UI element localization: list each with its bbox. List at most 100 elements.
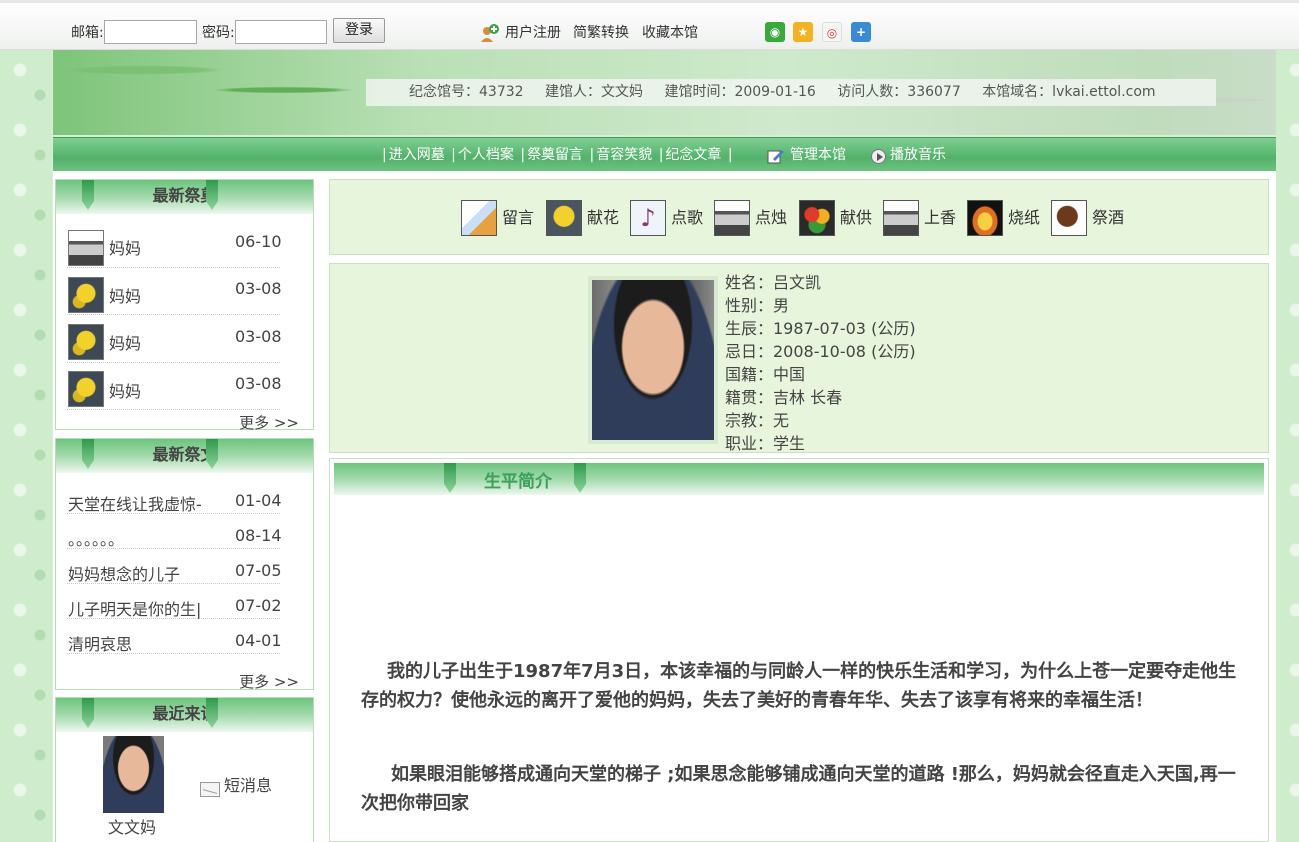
offering-candle[interactable]: 点烛 bbox=[714, 200, 787, 236]
profile-name: 姓名：吕文凯 bbox=[725, 273, 822, 292]
incense-icon bbox=[883, 200, 919, 236]
offering-message[interactable]: 留言 bbox=[461, 200, 534, 236]
biography-paragraph: 如果眼泪能够搭成通向天堂的梯子 ;如果思念能够铺成通向天堂的道路 !那么，妈妈就… bbox=[361, 764, 1236, 814]
convert-link[interactable]: 简繁转换 bbox=[573, 22, 629, 42]
article-title[interactable]: 。。。。。。 bbox=[68, 526, 213, 550]
play-music-link[interactable]: 播放音乐 bbox=[890, 138, 946, 172]
article-title[interactable]: 儿子明天是你的生| bbox=[68, 596, 213, 620]
ribbon-flag-icon bbox=[444, 463, 456, 493]
nav-messages[interactable]: 祭奠留言 bbox=[527, 147, 583, 163]
recent-visitors-header: 最近来访 bbox=[56, 698, 313, 732]
nav-enter-tomb[interactable]: 进入网墓 bbox=[389, 147, 445, 163]
offering-date: 03-08 bbox=[235, 279, 282, 298]
row-divider bbox=[67, 267, 280, 268]
offering-date: 03-08 bbox=[235, 374, 282, 393]
profile-panel: 姓名：吕文凯 性别：男 生辰：1987-07-03 (公历) 忌日：2008-1… bbox=[329, 263, 1269, 453]
register-link[interactable]: 用户注册 bbox=[505, 22, 561, 42]
qzone-icon[interactable]: ★ bbox=[793, 22, 813, 42]
row-divider bbox=[67, 548, 280, 549]
offering-name[interactable]: 妈妈 bbox=[109, 235, 141, 259]
memorial-number: 纪念馆号：43732 bbox=[409, 84, 524, 100]
profile-birth: 生辰：1987-07-03 (公历) bbox=[725, 319, 916, 338]
more-share-icon[interactable]: + bbox=[851, 22, 871, 42]
play-icon bbox=[871, 149, 886, 164]
profile-hometown: 籍贯：吉林 长春 bbox=[725, 388, 843, 407]
right-background-pattern bbox=[1276, 50, 1299, 842]
offering-flower[interactable]: 献花 bbox=[546, 200, 619, 236]
main-nav: | 进入网墓 | 个人档案 | 祭奠留言 | 音容笑貌 | 纪念文章 | 管理本馆 播放音… bbox=[53, 137, 1276, 171]
password-label: 密码: bbox=[202, 25, 235, 41]
biography-header: 生平简介 bbox=[334, 463, 1264, 495]
memorial-domain: 本馆域名：lvkai.ettol.com bbox=[982, 84, 1156, 100]
ribbon-flag-icon bbox=[82, 180, 94, 210]
memorial-banner: 纪念馆号：43732 建馆人：文文妈 建馆时间：2009-01-16 访问人数：… bbox=[53, 50, 1276, 135]
profile-death: 忌日：2008-10-08 (公历) bbox=[725, 342, 916, 361]
latest-articles-panel: 最新祭文 天堂在线让我虚惊- 01-04 。。。。。。 08-14 妈妈想念的儿… bbox=[55, 438, 314, 692]
book-icon bbox=[461, 200, 497, 236]
offering-label: 留言 bbox=[502, 208, 535, 227]
send-message-link[interactable]: 短消息 bbox=[224, 772, 272, 796]
weibo-icon[interactable]: ◎ bbox=[822, 22, 842, 42]
offering-name[interactable]: 妈妈 bbox=[109, 330, 141, 354]
fire-icon bbox=[967, 200, 1003, 236]
offering-label: 献花 bbox=[587, 208, 620, 227]
offering-burn-paper[interactable]: 烧纸 bbox=[967, 200, 1040, 236]
manage-memorial-link[interactable]: 管理本馆 bbox=[790, 138, 846, 172]
founder: 建馆人：文文妈 bbox=[545, 84, 643, 100]
offering-label: 点烛 bbox=[755, 208, 788, 227]
more-articles-link[interactable]: 更多 >> bbox=[239, 671, 299, 692]
biography-title: 生平简介 bbox=[484, 472, 552, 492]
article-date: 07-05 bbox=[235, 561, 282, 580]
offering-label: 献供 bbox=[840, 208, 873, 227]
nav-photos[interactable]: 音容笑貌 bbox=[596, 147, 652, 163]
flower-thumb-icon bbox=[68, 371, 104, 407]
wine-cup-icon bbox=[1051, 200, 1087, 236]
offering-tribute[interactable]: 献供 bbox=[799, 200, 872, 236]
visit-count: 访问人数：336077 bbox=[837, 84, 961, 100]
offering-label: 点歌 bbox=[671, 208, 704, 227]
login-button[interactable]: 登录 bbox=[333, 18, 385, 43]
email-label: 邮箱: bbox=[71, 25, 104, 41]
article-title[interactable]: 天堂在线让我虚惊- bbox=[68, 491, 213, 515]
nav-articles[interactable]: 纪念文章 bbox=[665, 147, 721, 163]
article-date: 01-04 bbox=[235, 491, 282, 510]
offerings-bar: 留言 献花 ♪ 点歌 点烛 献供 上香 烧纸 祭酒 bbox=[329, 179, 1269, 255]
offering-date: 06-10 bbox=[235, 232, 282, 251]
latest-offerings-panel: 最新祭奠 妈妈 06-10 妈妈 03-08 妈妈 03-08 妈妈 03-08… bbox=[55, 179, 314, 433]
wechat-icon[interactable]: ◉ bbox=[765, 22, 785, 42]
incense-thumb-icon bbox=[68, 230, 104, 266]
visitor-name[interactable]: 文文妈 bbox=[108, 814, 156, 838]
offering-label: 烧纸 bbox=[1008, 208, 1041, 227]
profile-occupation: 职业：学生 bbox=[725, 434, 806, 453]
row-divider bbox=[67, 362, 280, 363]
row-divider bbox=[67, 583, 280, 584]
offering-wine[interactable]: 祭酒 bbox=[1051, 200, 1124, 236]
profile-religion: 宗教：无 bbox=[725, 411, 790, 430]
nav-profile[interactable]: 个人档案 bbox=[458, 147, 514, 163]
offering-label: 上香 bbox=[924, 208, 957, 227]
bookmark-link[interactable]: 收藏本馆 bbox=[642, 22, 698, 42]
user-add-icon bbox=[481, 24, 499, 42]
offering-song[interactable]: ♪ 点歌 bbox=[630, 200, 703, 236]
article-title[interactable]: 清明哀思 bbox=[68, 631, 213, 655]
offering-date: 03-08 bbox=[235, 327, 282, 346]
offering-incense[interactable]: 上香 bbox=[883, 200, 956, 236]
more-offerings-link[interactable]: 更多 >> bbox=[239, 412, 299, 433]
article-date: 07-02 bbox=[235, 596, 282, 615]
ribbon-flag-icon bbox=[206, 439, 218, 469]
flower-icon bbox=[546, 200, 582, 236]
profile-gender: 性别：男 bbox=[725, 296, 790, 315]
envelope-icon bbox=[200, 782, 220, 797]
email-input[interactable] bbox=[104, 20, 197, 44]
latest-articles-header: 最新祭文 bbox=[56, 439, 313, 473]
password-input[interactable] bbox=[235, 20, 327, 44]
article-title[interactable]: 妈妈想念的儿子 bbox=[68, 561, 213, 585]
offering-name[interactable]: 妈妈 bbox=[109, 378, 141, 402]
article-date: 04-01 bbox=[235, 631, 282, 650]
visitor-avatar[interactable] bbox=[103, 736, 164, 813]
offering-name[interactable]: 妈妈 bbox=[109, 283, 141, 307]
row-divider bbox=[67, 314, 280, 315]
profile-nationality: 国籍：中国 bbox=[725, 365, 806, 384]
recent-visitors-panel: 最近来访 文文妈 短消息 bbox=[55, 697, 314, 842]
nav-links: | 进入网墓 | 个人档案 | 祭奠留言 | 音容笑貌 | 纪念文章 | bbox=[382, 147, 733, 163]
